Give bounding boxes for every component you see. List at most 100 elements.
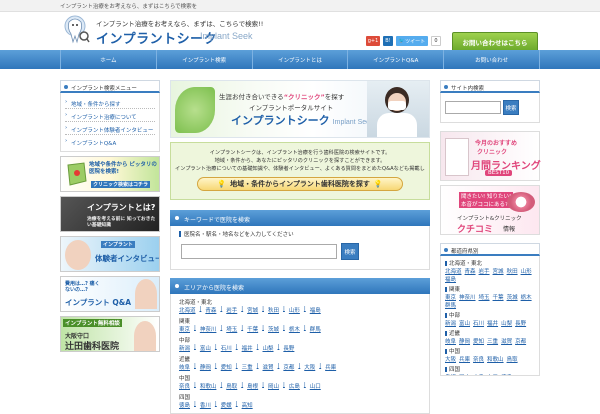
pref-link[interactable]: 山口 — [487, 373, 498, 375]
area-pref-link[interactable]: 兵庫 — [325, 363, 336, 371]
pref-link[interactable]: 長野 — [515, 319, 526, 327]
banner-qa[interactable]: 費用は…? 痛くないの…? インプラント Q&A — [60, 276, 160, 312]
pref-link[interactable]: 兵庫 — [459, 355, 470, 363]
tweet-button[interactable]: 🐦 ツイート — [396, 36, 428, 46]
pref-link[interactable]: 徳島 — [501, 373, 512, 375]
pref-link[interactable]: 富山 — [459, 319, 470, 327]
area-pref-link[interactable]: 静岡 — [200, 363, 211, 371]
area-pref-link[interactable]: 香川 — [200, 401, 211, 409]
pref-link[interactable]: 山梨 — [501, 319, 512, 327]
pref-link[interactable]: 静岡 — [459, 337, 470, 345]
pref-link[interactable]: 福井 — [487, 319, 498, 327]
pref-link[interactable]: 京都 — [515, 337, 526, 345]
nav-implant-qa[interactable]: インプラントQ&A — [348, 50, 445, 69]
area-pref-link[interactable]: 北海道 — [179, 306, 196, 314]
banner-free-consult[interactable]: インプラント無料相談 大阪守口 辻田歯科医院 — [60, 316, 160, 352]
pref-link[interactable]: 青森 — [465, 267, 476, 275]
area-pref-link[interactable]: 愛媛 — [221, 401, 232, 409]
pref-link[interactable]: 栃木 — [521, 293, 532, 301]
area-pref-link[interactable]: 和歌山 — [200, 382, 217, 390]
area-pref-link[interactable]: 愛知 — [221, 363, 232, 371]
contact-button[interactable]: お問い合わせはこちら — [452, 32, 538, 52]
area-pref-link[interactable]: 京都 — [283, 363, 294, 371]
area-pref-link[interactable]: 鳥取 — [226, 382, 237, 390]
area-pref-link[interactable]: 滋賀 — [263, 363, 274, 371]
pref-link[interactable]: 東京 — [445, 293, 456, 301]
area-pref-link[interactable]: 長野 — [283, 344, 294, 352]
area-pref-link[interactable]: 広島 — [289, 382, 300, 390]
area-pref-link[interactable]: 奈良 — [179, 382, 190, 390]
pref-link[interactable]: 広島 — [473, 373, 484, 375]
ranking-banner[interactable]: 今月のおすすめ クリニック 月間ランキング BEST10 — [440, 131, 541, 181]
review-banner[interactable]: 聞きたい! 知りたい! 本音がココにある? インプラント&クリニック クチコミ … — [440, 185, 540, 235]
area-pref-link[interactable]: 石川 — [221, 344, 232, 352]
area-pref-link[interactable]: 埼玉 — [226, 325, 237, 333]
nav-home[interactable]: ホーム — [60, 50, 157, 69]
pref-link[interactable]: 群馬 — [445, 301, 456, 309]
hatena-bookmark-button[interactable]: B! — [383, 36, 393, 46]
area-pref-link[interactable]: 岩手 — [226, 306, 237, 314]
area-pref-link[interactable]: 新潟 — [179, 344, 190, 352]
area-pref-link[interactable]: 福島 — [310, 306, 321, 314]
pref-link[interactable]: 茨城 — [507, 293, 518, 301]
pref-link[interactable]: 神奈川 — [459, 293, 476, 301]
pref-link[interactable]: 新潟 — [445, 319, 456, 327]
pref-link[interactable]: 岡山 — [459, 373, 470, 375]
pref-link[interactable]: 岐阜 — [445, 337, 456, 345]
site-search-input[interactable] — [445, 101, 501, 114]
pref-link[interactable]: 島根 — [445, 373, 456, 375]
area-pref-link[interactable]: 徳島 — [179, 401, 190, 409]
pref-link[interactable]: 滋賀 — [501, 337, 512, 345]
pref-link[interactable]: 秋田 — [507, 267, 518, 275]
keyword-search-input[interactable] — [181, 244, 337, 259]
menu-item-interview[interactable]: インプラント体験者インタビュー — [65, 122, 155, 135]
pref-link[interactable]: 埼玉 — [479, 293, 490, 301]
area-pref-link[interactable]: 山梨 — [263, 344, 274, 352]
menu-item-qa[interactable]: インプラントQ&A — [65, 135, 155, 148]
pref-link[interactable]: 大阪 — [445, 355, 456, 363]
menu-item-area-search[interactable]: 地域・条件から探す — [65, 96, 155, 109]
banner-interview[interactable]: インプラント 体験者インタビュー — [60, 236, 160, 272]
area-pref-link[interactable]: 三重 — [242, 363, 253, 371]
nav-contact[interactable]: お問い合わせ — [444, 50, 540, 69]
google-plus-button[interactable]: g+1 — [366, 36, 380, 46]
area-pref-link[interactable]: 山形 — [289, 306, 300, 314]
area-pref-link[interactable]: 山口 — [310, 382, 321, 390]
pref-link[interactable]: 北海道 — [445, 267, 462, 275]
area-pref-link[interactable]: 岐阜 — [179, 363, 190, 371]
area-pref-link[interactable]: 栃木 — [289, 325, 300, 333]
area-pref-link[interactable]: 神奈川 — [200, 325, 217, 333]
keyword-search-button[interactable]: 検索 — [341, 243, 359, 260]
area-pref-link[interactable]: 青森 — [205, 306, 216, 314]
site-logo[interactable]: インプラント治療をお考えなら、まずは、こちらで検索!! インプラントシーク Im… — [60, 14, 300, 47]
pref-link[interactable]: 和歌山 — [487, 355, 504, 363]
area-search-cta-button[interactable]: 💡 地域・条件からインプラント歯科医院を探す 💡 — [197, 177, 403, 191]
area-pref-link[interactable]: 岡山 — [268, 382, 279, 390]
pref-link[interactable]: 愛知 — [473, 337, 484, 345]
menu-item-about[interactable]: インプラント治療について — [65, 109, 155, 122]
pref-link[interactable]: 山形 — [521, 267, 532, 275]
area-pref-link[interactable]: 茨城 — [268, 325, 279, 333]
area-pref-link[interactable]: 東京 — [179, 325, 190, 333]
area-pref-link[interactable]: 宮城 — [247, 306, 258, 314]
pref-link[interactable]: 福島 — [445, 275, 456, 283]
banner-what-is-implant[interactable]: インプラントとは? 治療を考える前に 知っておきたい基礎知識 — [60, 196, 160, 232]
pref-link[interactable]: 石川 — [473, 319, 484, 327]
area-pref-link[interactable]: 富山 — [200, 344, 211, 352]
pref-link[interactable]: 岩手 — [479, 267, 490, 275]
pref-link[interactable]: 三重 — [487, 337, 498, 345]
area-pref-link[interactable]: 群馬 — [310, 325, 321, 333]
banner-clinic-search[interactable]: 地域や条件から ピッタリの医院を検索! クリニック検索はコチラ — [60, 156, 160, 192]
area-pref-link[interactable]: 大阪 — [304, 363, 315, 371]
site-search-button[interactable]: 検索 — [503, 100, 519, 115]
pref-link[interactable]: 千葉 — [493, 293, 504, 301]
area-pref-link[interactable]: 千葉 — [247, 325, 258, 333]
area-pref-link[interactable]: 秋田 — [268, 306, 279, 314]
area-pref-link[interactable]: 島根 — [247, 382, 258, 390]
nav-implant-search[interactable]: インプラント検索 — [157, 50, 253, 69]
nav-about-implant[interactable]: インプラントとは — [253, 50, 349, 69]
area-pref-link[interactable]: 高知 — [242, 401, 253, 409]
pref-link[interactable]: 鳥取 — [507, 355, 518, 363]
pref-link[interactable]: 宮城 — [493, 267, 504, 275]
area-pref-link[interactable]: 福井 — [242, 344, 253, 352]
